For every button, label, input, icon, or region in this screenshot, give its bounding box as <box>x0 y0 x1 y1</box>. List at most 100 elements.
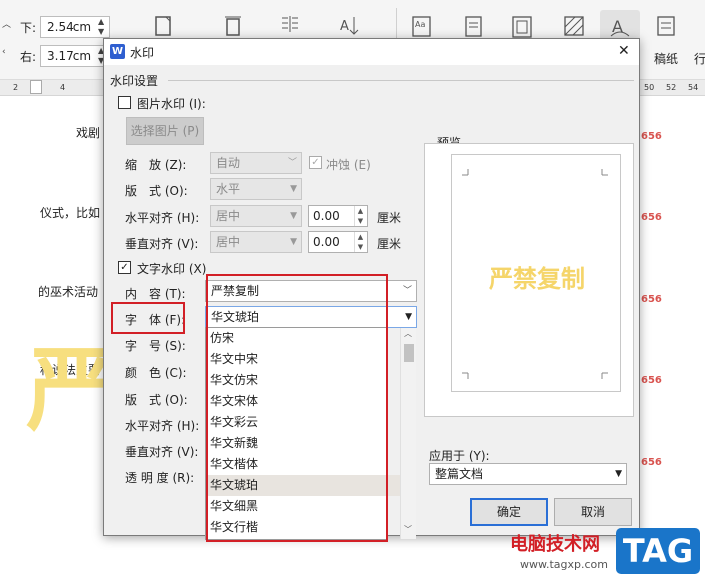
svg-text:A: A <box>340 19 349 34</box>
spinner-icon[interactable]: ▲ ▼ <box>354 232 366 252</box>
image-halign-value: 居中 <box>216 209 241 223</box>
columns-icon[interactable] <box>278 14 302 40</box>
margin-right-unit: cm <box>72 49 92 63</box>
document-line: 的巫术活动 <box>38 285 99 299</box>
chevron-down-icon[interactable]: ﹀ <box>403 281 412 301</box>
image-valign-offset[interactable]: 0.00 ▲ ▼ <box>308 231 368 253</box>
dropdown-arrow-icon[interactable]: ▼ <box>615 464 622 484</box>
margin-bottom-input[interactable]: 2.54 cm ▲ ▼ <box>40 16 111 38</box>
tag-logo: TAG <box>616 528 700 574</box>
offset-unit-label: 厘米 <box>377 237 402 251</box>
scale-select[interactable]: 自动 ﹀ <box>210 152 302 174</box>
annotation-highlight-box <box>111 302 185 334</box>
svg-text:A: A <box>612 17 623 36</box>
margin-bottom-label: 下: <box>20 20 37 35</box>
scroll-up-icon[interactable]: ︿ <box>404 328 412 339</box>
chevron-left-icon[interactable]: ‹ <box>2 47 6 57</box>
text-direction-icon[interactable]: A <box>336 14 364 40</box>
page-number: 656 <box>641 294 662 305</box>
image-layout-label: 版 式 (O): <box>125 184 188 198</box>
dialog-title: 水印 <box>130 46 155 60</box>
chevron-down-icon: ﹀ <box>287 158 297 168</box>
apply-to-value: 整篇文档 <box>435 467 484 481</box>
ruler-tick: 54 <box>688 83 699 92</box>
ok-button[interactable]: 确定 <box>470 498 548 526</box>
margin-right-value: 3.17 <box>47 49 74 63</box>
toolbar-divider <box>396 8 397 42</box>
draft-grid-icon[interactable]: Aa <box>410 14 434 40</box>
page-number: 656 <box>641 131 662 142</box>
dropdown-arrow-icon: ▼ <box>290 184 297 194</box>
image-layout-value: 水平 <box>216 182 241 196</box>
dialog-title-bar[interactable]: W 水印 ✕ <box>104 39 639 65</box>
section-title: 水印设置 <box>110 74 159 88</box>
image-valign-offset-value: 0.00 <box>313 235 340 249</box>
spinner-icon[interactable]: ▲ ▼ <box>354 206 366 226</box>
page-setup-icon[interactable] <box>152 14 176 40</box>
ruler-tick: 52 <box>666 83 677 92</box>
page-border-icon[interactable] <box>510 14 534 40</box>
dropdown-arrow-icon: ▼ <box>290 237 297 247</box>
text-layout-label: 版 式 (O): <box>125 393 188 407</box>
scale-label: 缩 放 (Z): <box>125 158 187 172</box>
image-halign-offset[interactable]: 0.00 ▲ ▼ <box>308 205 368 227</box>
preview-page: 严禁复制 <box>451 154 621 392</box>
paper-size-icon[interactable] <box>222 14 246 40</box>
margin-bottom-unit: cm <box>72 20 92 34</box>
cancel-button[interactable]: 取消 <box>554 498 632 526</box>
header-footer-icon[interactable] <box>462 14 486 40</box>
image-halign-offset-value: 0.00 <box>313 209 340 223</box>
scale-value: 自动 <box>216 156 241 170</box>
image-watermark-checkbox[interactable] <box>118 96 131 109</box>
ruler-tick: 50 <box>644 83 655 92</box>
chevron-up-icon[interactable]: ︿ <box>2 17 11 30</box>
page-number: 656 <box>641 457 662 468</box>
annotation-highlight-box <box>206 274 388 542</box>
document-line: 仪式，比如 <box>40 206 101 220</box>
page-number: 656 <box>641 375 662 386</box>
margin-bottom-row: 下: 2.54 cm ▲ ▼ <box>4 15 111 39</box>
site-name: 电脑技术网 <box>510 534 600 555</box>
scroll-down-icon[interactable]: ﹀ <box>404 524 412 535</box>
image-watermark-label: 图片水印 (I): <box>137 97 206 111</box>
washout-label: 冲蚀 (E) <box>326 158 371 172</box>
dropdown-arrow-icon[interactable]: ▼ <box>405 307 412 327</box>
svg-text:Aa: Aa <box>415 20 425 29</box>
margin-right-input[interactable]: 3.17 cm ▲ ▼ <box>40 45 111 67</box>
dropdown-scrollbar[interactable]: ︿ ﹀ <box>400 328 416 539</box>
watermark-icon: A <box>610 17 630 37</box>
ruler-indent-marker[interactable] <box>30 80 42 94</box>
color-label: 颜 色 (C): <box>125 366 187 380</box>
margin-bottom-spinner-icon[interactable]: ▲ ▼ <box>95 17 107 37</box>
wps-logo-icon: W <box>110 44 125 59</box>
close-icon[interactable]: ✕ <box>618 43 630 59</box>
dropdown-arrow-icon: ▼ <box>290 211 297 221</box>
apply-to-label: 应用于 (Y): <box>429 449 490 463</box>
text-halign-label: 水平对齐 (H): <box>125 419 200 433</box>
opacity-label: 透 明 度 (R): <box>125 471 195 485</box>
image-valign-select[interactable]: 居中 ▼ <box>210 231 302 253</box>
content-label: 内 容 (T): <box>125 287 186 301</box>
apply-to-select[interactable]: 整篇文档 ▼ <box>429 463 627 485</box>
manuscript-label: 稿纸 <box>654 52 679 66</box>
image-layout-select[interactable]: 水平 ▼ <box>210 178 302 200</box>
washout-checkbox[interactable]: ✓ <box>309 156 322 169</box>
image-halign-label: 水平对齐 (H): <box>125 211 200 225</box>
manuscript-icon[interactable] <box>654 14 678 40</box>
text-watermark-checkbox[interactable]: ✓ <box>118 261 131 274</box>
preview-watermark-text: 严禁复制 <box>489 265 585 293</box>
ruler-tick: 4 <box>60 83 66 92</box>
text-watermark-label: 文字水印 (X) <box>137 262 207 276</box>
image-halign-select[interactable]: 居中 ▼ <box>210 205 302 227</box>
image-valign-label: 垂直对齐 (V): <box>125 237 199 251</box>
site-url: www.tagxp.com <box>520 558 608 571</box>
margin-right-row: 右: 3.17 cm ▲ ▼ <box>4 44 111 68</box>
margin-right-label: 右: <box>20 49 37 64</box>
ruler-tick: 2 <box>13 83 19 92</box>
scrollbar-thumb[interactable] <box>404 344 414 362</box>
select-image-button[interactable]: 选择图片 (P) <box>126 117 204 145</box>
margin-bottom-value: 2.54 <box>47 20 74 34</box>
text-valign-label: 垂直对齐 (V): <box>125 445 199 459</box>
line-label: 行 <box>694 52 705 66</box>
background-icon[interactable] <box>562 14 586 40</box>
